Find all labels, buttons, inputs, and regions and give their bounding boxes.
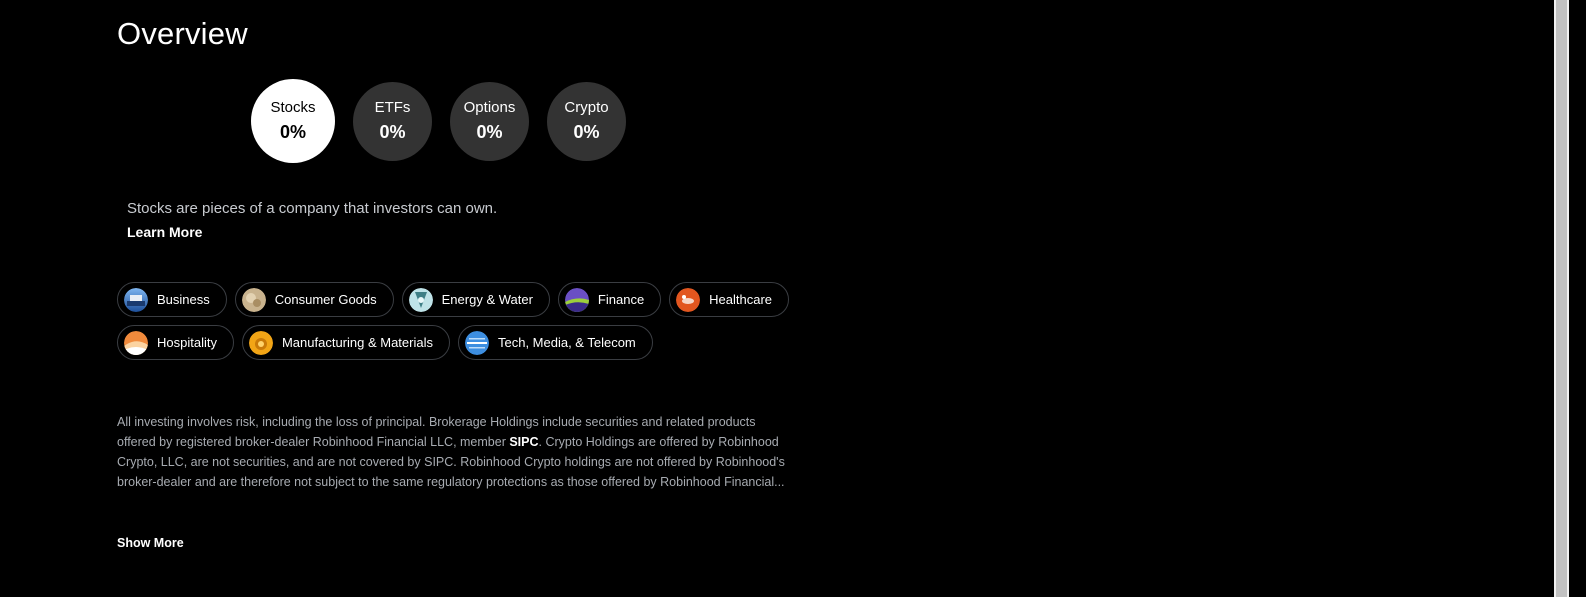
asset-type-etfs[interactable]: ETFs 0% bbox=[353, 82, 432, 161]
sector-chip-label: Healthcare bbox=[709, 292, 773, 307]
scrollbar-thumb[interactable] bbox=[1556, 0, 1567, 597]
asset-type-selector: Stocks 0% ETFs 0% Options 0% Crypto 0% bbox=[251, 79, 644, 163]
legal-disclaimer: All investing involves risk, including t… bbox=[117, 412, 785, 492]
asset-type-value: 0% bbox=[379, 122, 406, 142]
manufacturing-materials-icon bbox=[248, 330, 273, 355]
page: Overview Stocks 0% ETFs 0% Options 0% Cr… bbox=[0, 0, 1586, 597]
sector-chips: Business Consumer Goods Energy & Water F… bbox=[117, 282, 797, 368]
asset-type-label: Options bbox=[463, 99, 516, 116]
sector-chip-hospitality[interactable]: Hospitality bbox=[117, 325, 234, 360]
sector-chip-label: Energy & Water bbox=[441, 292, 533, 307]
sector-chip-label: Hospitality bbox=[157, 335, 217, 350]
vertical-scrollbar[interactable] bbox=[1554, 0, 1569, 597]
sector-chip-finance[interactable]: Finance bbox=[557, 282, 662, 317]
sector-chip-label: Finance bbox=[597, 292, 645, 307]
consumer-goods-icon bbox=[241, 287, 266, 312]
asset-type-label: ETFs bbox=[374, 99, 411, 116]
healthcare-icon bbox=[676, 287, 701, 312]
sector-chip-label: Manufacturing & Materials bbox=[281, 335, 433, 350]
sector-row: Business Consumer Goods Energy & Water F… bbox=[117, 282, 797, 317]
sector-chip-healthcare[interactable]: Healthcare bbox=[669, 282, 790, 317]
finance-icon bbox=[564, 287, 589, 312]
sector-chip-consumer-goods[interactable]: Consumer Goods bbox=[234, 282, 394, 317]
sector-chip-label: Business bbox=[157, 292, 210, 307]
sector-chip-energy-water[interactable]: Energy & Water bbox=[401, 282, 550, 317]
sector-chip-label: Tech, Media, & Telecom bbox=[497, 335, 636, 350]
sipc-link[interactable]: SIPC bbox=[509, 435, 538, 449]
page-title: Overview bbox=[117, 16, 248, 51]
asset-type-stocks[interactable]: Stocks 0% bbox=[251, 79, 335, 163]
sector-chip-business[interactable]: Business bbox=[117, 282, 227, 317]
asset-type-value: 0% bbox=[476, 122, 503, 142]
asset-type-value: 0% bbox=[279, 121, 306, 142]
asset-type-label: Stocks bbox=[270, 98, 316, 116]
asset-type-value: 0% bbox=[573, 122, 600, 142]
business-icon bbox=[124, 287, 148, 312]
sector-chip-label: Consumer Goods bbox=[274, 292, 377, 307]
asset-type-label: Crypto bbox=[564, 99, 609, 116]
learn-more-link[interactable]: Learn More bbox=[127, 224, 202, 240]
hospitality-icon bbox=[124, 330, 148, 355]
sector-chip-manufacturing-materials[interactable]: Manufacturing & Materials bbox=[241, 325, 450, 360]
asset-description: Stocks are pieces of a company that inve… bbox=[127, 200, 498, 217]
show-more-button[interactable]: Show More bbox=[117, 536, 184, 550]
tech-media-telecom-icon bbox=[464, 330, 489, 355]
asset-type-crypto[interactable]: Crypto 0% bbox=[547, 82, 626, 161]
sector-chip-tech-media-telecom[interactable]: Tech, Media, & Telecom bbox=[457, 325, 653, 360]
sector-row: Hospitality Manufacturing & Materials Te… bbox=[117, 325, 797, 360]
energy-water-icon bbox=[408, 287, 433, 312]
asset-type-options[interactable]: Options 0% bbox=[450, 82, 529, 161]
